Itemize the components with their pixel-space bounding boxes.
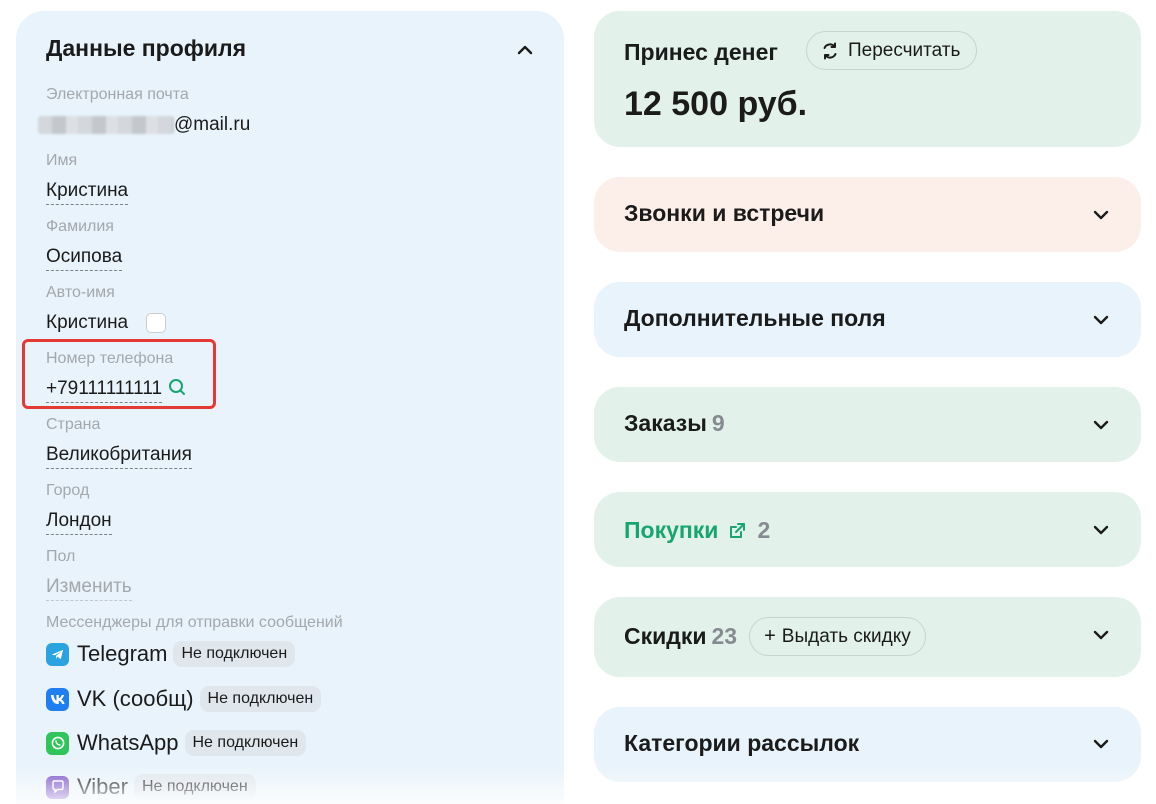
messenger-row-viber[interactable]: Viber Не подключен <box>46 772 256 802</box>
vk-icon <box>46 687 69 711</box>
email-value[interactable]: @mail.ru <box>38 113 250 137</box>
chevron-down-icon[interactable] <box>1090 519 1112 541</box>
email-label: Электронная почта <box>46 86 189 103</box>
calls-card[interactable]: Звонки и встречи <box>594 177 1141 252</box>
email-suffix: @mail.ru <box>174 114 251 135</box>
messenger-name: Viber <box>77 774 128 799</box>
country-label: Страна <box>46 416 101 433</box>
orders-count: 9 <box>711 410 725 436</box>
chevron-up-icon[interactable] <box>514 39 536 61</box>
purchases-title-link[interactable]: Покупки <box>624 517 718 544</box>
gender-change-link[interactable]: Изменить <box>46 575 132 601</box>
fields-card[interactable]: Дополнительные поля <box>594 282 1141 357</box>
whatsapp-icon <box>46 731 69 755</box>
plus-icon: + <box>764 625 776 647</box>
city-field[interactable]: Лондон <box>46 509 112 535</box>
mailing-card[interactable]: Категории рассылок <box>594 707 1141 782</box>
status-badge: Не подключен <box>173 641 296 667</box>
status-badge: Не подключен <box>184 730 307 756</box>
messenger-name: Telegram <box>77 641 168 666</box>
purchases-title: Покупки 2 <box>624 517 770 544</box>
chevron-down-icon[interactable] <box>1090 733 1112 755</box>
search-icon[interactable] <box>166 376 188 398</box>
status-badge: Не подключен <box>199 686 322 712</box>
orders-card[interactable]: Заказы 9 <box>594 387 1141 462</box>
money-title: Принес денег <box>624 39 778 65</box>
money-amount: 12 500 руб. <box>624 85 808 123</box>
country-field[interactable]: Великобритания <box>46 443 192 469</box>
give-discount-label: Выдать скидку <box>781 625 911 647</box>
messenger-name: WhatsApp <box>77 730 179 755</box>
gender-label: Пол <box>46 548 76 565</box>
chevron-down-icon[interactable] <box>1090 309 1112 331</box>
give-discount-button[interactable]: + Выдать скидку <box>749 617 926 656</box>
email-redacted <box>38 116 174 134</box>
status-badge: Не подключен <box>133 774 256 800</box>
phone-field[interactable]: +79111111111 <box>46 377 163 403</box>
fields-title: Дополнительные поля <box>624 305 886 331</box>
money-card: Принес денег Пересчитать 12 500 руб. <box>594 11 1141 147</box>
discounts-count: 23 <box>711 623 738 649</box>
discounts-title-text: Скидки <box>624 623 707 649</box>
orders-title-text: Заказы <box>624 410 707 436</box>
refresh-icon <box>823 42 837 59</box>
recalc-label: Пересчитать <box>848 39 961 61</box>
external-link-icon[interactable] <box>726 520 748 542</box>
messenger-row-telegram[interactable]: Telegram Не подключен <box>46 639 296 669</box>
first-name-field[interactable]: Кристина <box>46 179 129 205</box>
discounts-card[interactable]: Скидки 23 + Выдать скидку <box>594 597 1141 677</box>
auto-name-checkbox[interactable] <box>146 313 166 333</box>
last-name-label: Фамилия <box>46 218 114 235</box>
recalc-button[interactable]: Пересчитать <box>806 31 978 70</box>
purchases-card[interactable]: Покупки 2 <box>594 492 1141 567</box>
profile-card: Данные профиля Электронная почта @mail.r… <box>16 11 564 804</box>
viber-icon <box>46 775 69 799</box>
auto-name-value: Кристина <box>46 312 129 333</box>
purchases-count: 2 <box>757 517 771 543</box>
chevron-down-icon[interactable] <box>1090 204 1112 226</box>
telegram-icon <box>46 642 69 666</box>
chevron-down-icon[interactable] <box>1090 414 1112 436</box>
city-label: Город <box>46 482 90 499</box>
last-name-field[interactable]: Осипова <box>46 245 123 271</box>
chevron-down-icon[interactable] <box>1090 624 1112 646</box>
messengers-label: Мессенджеры для отправки сообщений <box>46 614 343 631</box>
discounts-title: Скидки 23 + Выдать скидку <box>624 617 926 656</box>
phone-label: Номер телефона <box>46 350 174 367</box>
messenger-row-vk[interactable]: VK (сообщ) Не подключен <box>46 684 322 714</box>
first-name-label: Имя <box>46 152 78 169</box>
auto-name-label: Авто-имя <box>46 284 115 301</box>
messenger-row-whatsapp[interactable]: WhatsApp Не подключен <box>46 728 307 758</box>
messenger-name: VK (сообщ) <box>77 686 194 711</box>
mailing-title: Категории рассылок <box>624 730 860 756</box>
profile-title: Данные профиля <box>46 35 247 61</box>
orders-title: Заказы 9 <box>624 410 725 437</box>
calls-title: Звонки и встречи <box>624 200 825 226</box>
